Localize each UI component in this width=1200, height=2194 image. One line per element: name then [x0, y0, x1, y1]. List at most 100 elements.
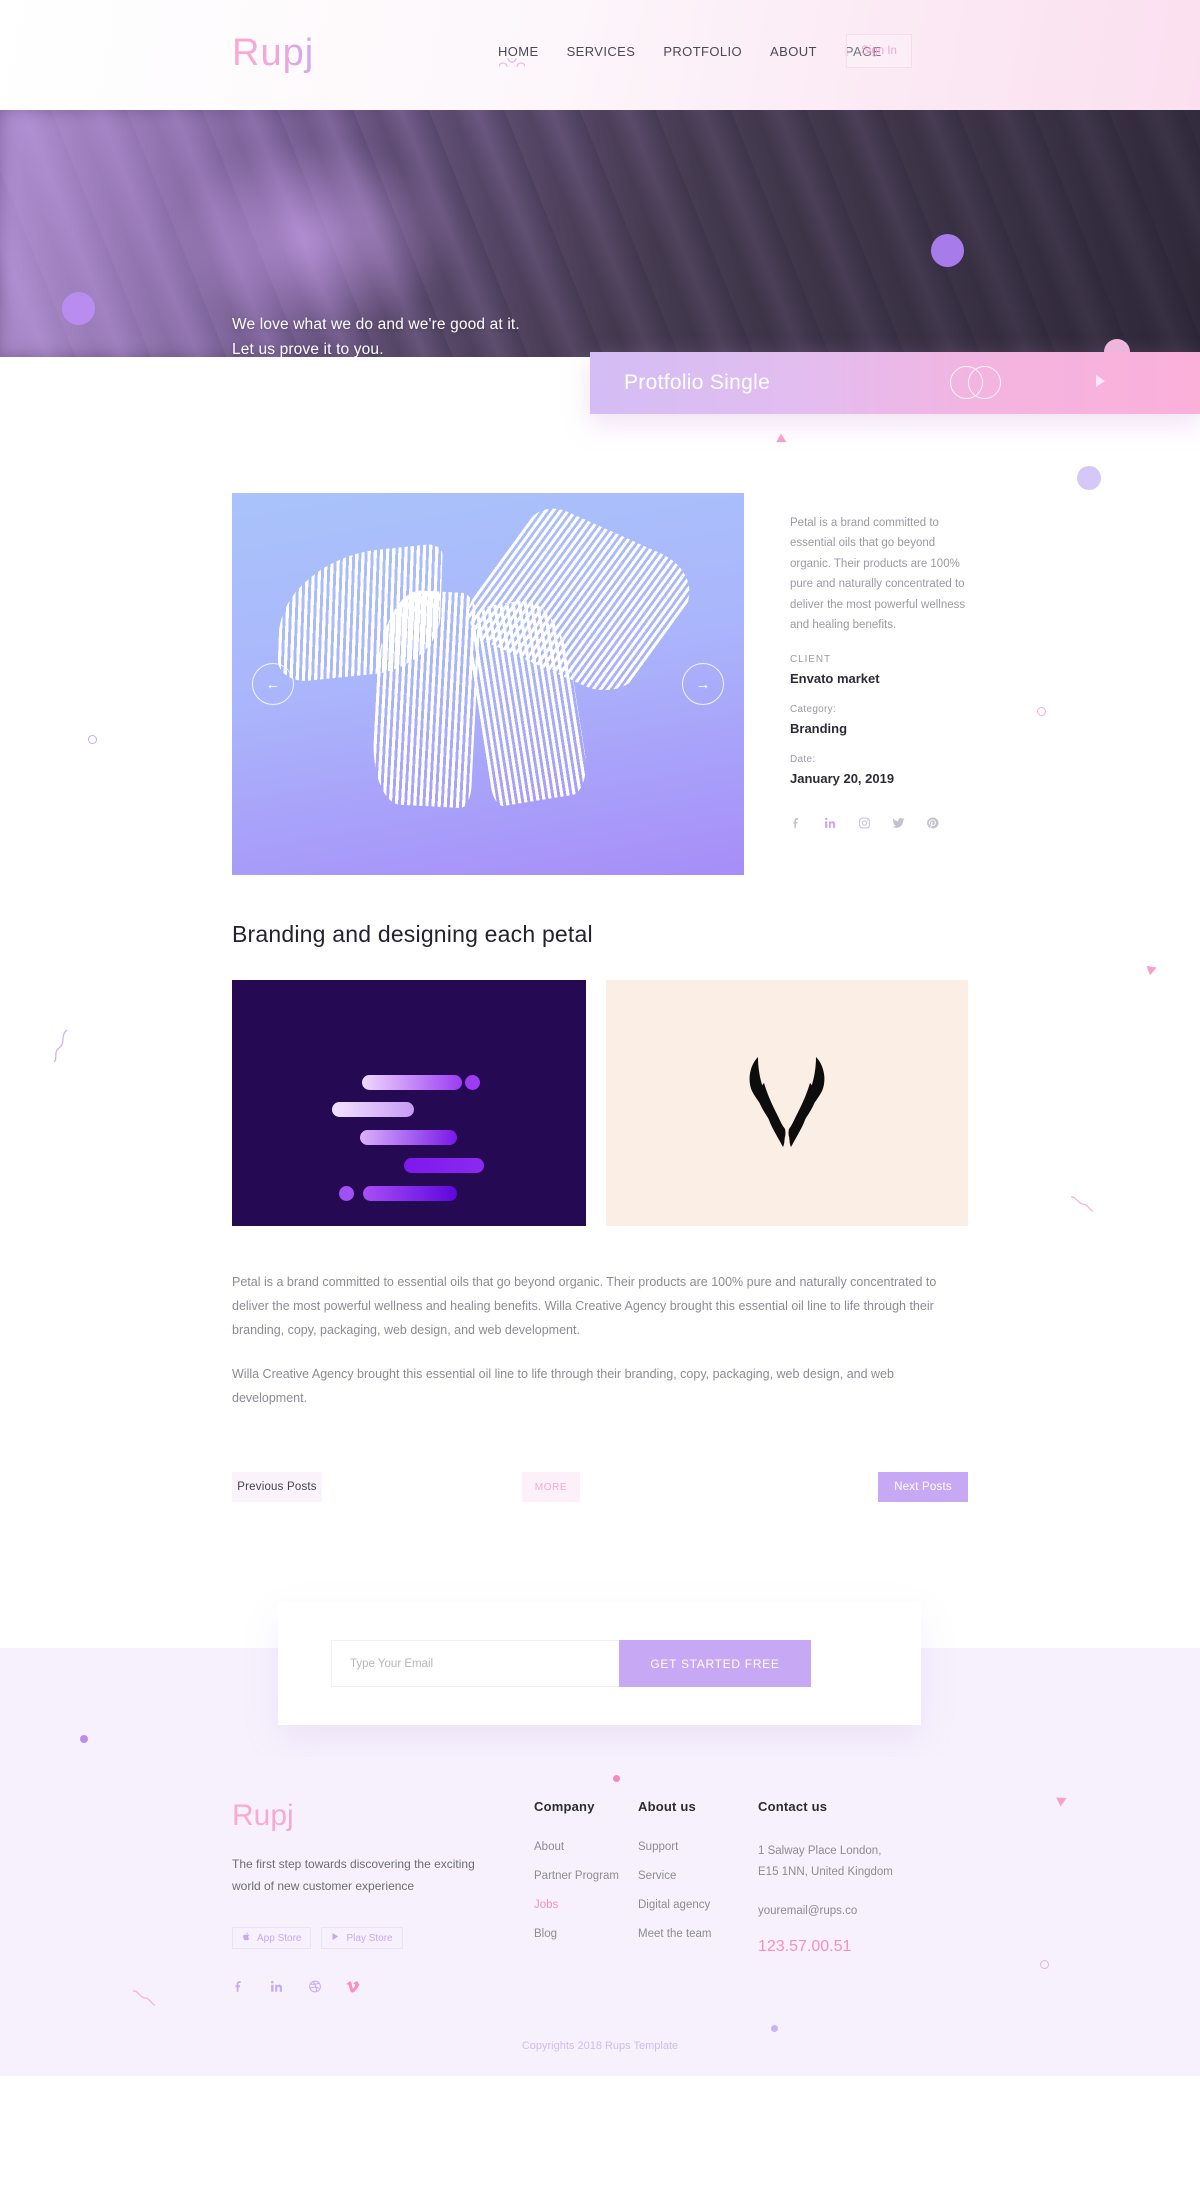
decor-ring-3	[1040, 1960, 1049, 1969]
footer-link-about[interactable]: About	[534, 1841, 638, 1853]
facebook-icon[interactable]	[790, 816, 803, 830]
decor-squiggle-3	[1070, 1195, 1094, 1218]
footer-dribbble-icon[interactable]	[308, 1979, 322, 1994]
gallery-cards	[232, 980, 968, 1226]
slider-next-button[interactable]: →	[682, 663, 724, 705]
footer-company-links: About Partner Program Jobs Blog	[534, 1841, 638, 1940]
footer-column-about: About us Support Service Digital agency …	[638, 1799, 758, 1994]
footer-vimeo-icon[interactable]	[346, 1979, 360, 1994]
footer-facebook-icon[interactable]	[232, 1979, 246, 1994]
play-triangle-icon	[1096, 375, 1105, 387]
main-navigation: HOME SERVICES PROTFOLIO ABOUT PAGE	[498, 44, 882, 67]
decor-ring-2	[1037, 707, 1046, 716]
contact-phone[interactable]: 123.57.00.51	[758, 1938, 938, 1956]
instagram-icon[interactable]	[858, 816, 871, 830]
post-pagination: Previous Posts MORE Next Posts	[232, 1472, 968, 1502]
email-input[interactable]	[331, 1640, 619, 1687]
play-store-button[interactable]: Play Store	[321, 1927, 403, 1950]
article-paragraph-2: Willa Creative Agency brought this essen…	[232, 1367, 894, 1405]
category-value: Branding	[790, 720, 848, 736]
contact-address-line2: E15 1NN, United Kingdom	[758, 1866, 893, 1879]
decor-triangle-5	[1056, 1793, 1069, 1807]
contact-address-line1: 1 Salway Place London,	[758, 1845, 882, 1857]
page-banner: Protfolio Single	[590, 352, 1200, 414]
app-store-button[interactable]: App Store	[232, 1927, 312, 1950]
footer-about-links: Support Service Digital agency Meet the …	[638, 1841, 758, 1940]
portfolio-slider: ← →	[232, 493, 744, 875]
date-value: January 20, 2019	[790, 770, 895, 786]
portfolio-description: Petal is a brand committed to essential …	[790, 517, 966, 632]
twitter-icon[interactable]	[892, 816, 905, 830]
play-store-label: Play Store	[346, 1932, 393, 1944]
footer-link-service[interactable]: Service	[638, 1870, 758, 1882]
hero-section: We love what we do and we're good at it.…	[0, 110, 1200, 357]
hero-headline-line1: We love what we do and we're good at it.	[232, 316, 520, 333]
footer-link-blog[interactable]: Blog	[534, 1928, 638, 1940]
more-button[interactable]: MORE	[522, 1472, 580, 1502]
footer-link-meet-the-team[interactable]: Meet the team	[638, 1928, 758, 1940]
get-started-button[interactable]: GET STARTED FREE	[619, 1640, 811, 1687]
site-header: Rupj HOME SERVICES PROTFOLIO ABOUT PAGE …	[0, 0, 1200, 110]
article-paragraph-1: Petal is a brand committed to essential …	[232, 1275, 937, 1337]
client-label: CLIENT	[790, 653, 831, 665]
newsletter-section: GET STARTED FREE	[0, 1602, 1200, 1757]
decor-dot-lavender-1	[1077, 466, 1101, 490]
main-content: ← → Petal is a brand committed to essent…	[0, 400, 1200, 1757]
decor-ring-1	[88, 735, 97, 744]
next-posts-button[interactable]: Next Posts	[878, 1472, 968, 1502]
page-banner-wrapper: Protfolio Single	[0, 352, 1200, 419]
footer-columns: Rupj The first step towards discovering …	[232, 1799, 968, 1994]
nav-item-protfolio[interactable]: PROTFOLIO	[663, 44, 742, 59]
hero-background-image	[0, 110, 1200, 357]
footer-brand: Rupj The first step towards discovering …	[232, 1799, 490, 1994]
decor-dot-footer-center	[613, 1775, 620, 1782]
footer-contact-details: 1 Salway Place London, E15 1NN, United K…	[758, 1841, 938, 1922]
category-label: Category:	[790, 703, 837, 715]
linkedin-icon[interactable]	[824, 816, 837, 830]
pinterest-icon[interactable]	[926, 816, 939, 830]
slider-prev-button[interactable]: ←	[252, 663, 294, 705]
gallery-card-dark[interactable]	[232, 980, 586, 1226]
client-value: Envato market	[790, 670, 880, 686]
copyright-text: Copyrights 2018 Rups Template	[521, 2040, 679, 2053]
contact-email[interactable]: youremail@rups.co	[758, 1901, 938, 1922]
footer-socials	[232, 1979, 490, 1994]
app-store-label: App Store	[257, 1932, 302, 1944]
newsletter-card: GET STARTED FREE	[278, 1602, 921, 1725]
footer-contact-heading: Contact us	[758, 1799, 828, 1814]
decor-squiggle-2	[50, 1029, 72, 1068]
footer-column-contact: Contact us 1 Salway Place London, E15 1N…	[758, 1799, 938, 1994]
decor-dot-purple-left	[62, 292, 95, 325]
footer-linkedin-icon[interactable]	[270, 1979, 284, 1994]
footer-tagline: The first step towards discovering the e…	[232, 1857, 475, 1894]
gallery-card-cream[interactable]	[606, 980, 968, 1226]
nav-item-services[interactable]: SERVICES	[567, 44, 636, 59]
app-store-buttons: App Store Play Store	[232, 1927, 490, 1950]
article-title: Branding and designing each petal	[232, 921, 593, 947]
hero-headline: We love what we do and we're good at it.…	[232, 312, 520, 357]
date-label: Date:	[790, 753, 816, 765]
sign-in-button[interactable]: Sign In	[846, 34, 912, 68]
nav-item-about[interactable]: ABOUT	[770, 44, 817, 59]
footer-about-heading: About us	[638, 1799, 696, 1814]
share-socials	[790, 816, 968, 830]
portfolio-detail: ← → Petal is a brand committed to essent…	[232, 493, 968, 875]
footer-link-digital-agency[interactable]: Digital agency	[638, 1899, 758, 1911]
content-container: ← → Petal is a brand committed to essent…	[232, 493, 968, 1502]
portfolio-meta: Petal is a brand committed to essential …	[790, 493, 968, 875]
site-logo[interactable]: Rupj	[232, 32, 314, 75]
wings-logo-icon	[728, 1047, 846, 1160]
footer-logo[interactable]: Rupj	[232, 1799, 490, 1833]
hero-headline-line2: Let us prove it to you.	[232, 341, 384, 357]
footer-link-support[interactable]: Support	[638, 1841, 758, 1853]
decor-triangle-2	[1146, 962, 1159, 976]
footer-column-company: Company About Partner Program Jobs Blog	[534, 1799, 638, 1994]
footer-company-heading: Company	[534, 1799, 595, 1814]
nav-item-home[interactable]: HOME	[498, 44, 539, 67]
footer-link-partner-program[interactable]: Partner Program	[534, 1870, 638, 1882]
site-footer: Rupj The first step towards discovering …	[0, 1735, 1200, 2077]
decor-dot-purple-top	[931, 234, 964, 267]
play-icon	[331, 1931, 340, 1945]
footer-link-jobs[interactable]: Jobs	[534, 1899, 638, 1911]
previous-posts-button[interactable]: Previous Posts	[232, 1472, 322, 1502]
